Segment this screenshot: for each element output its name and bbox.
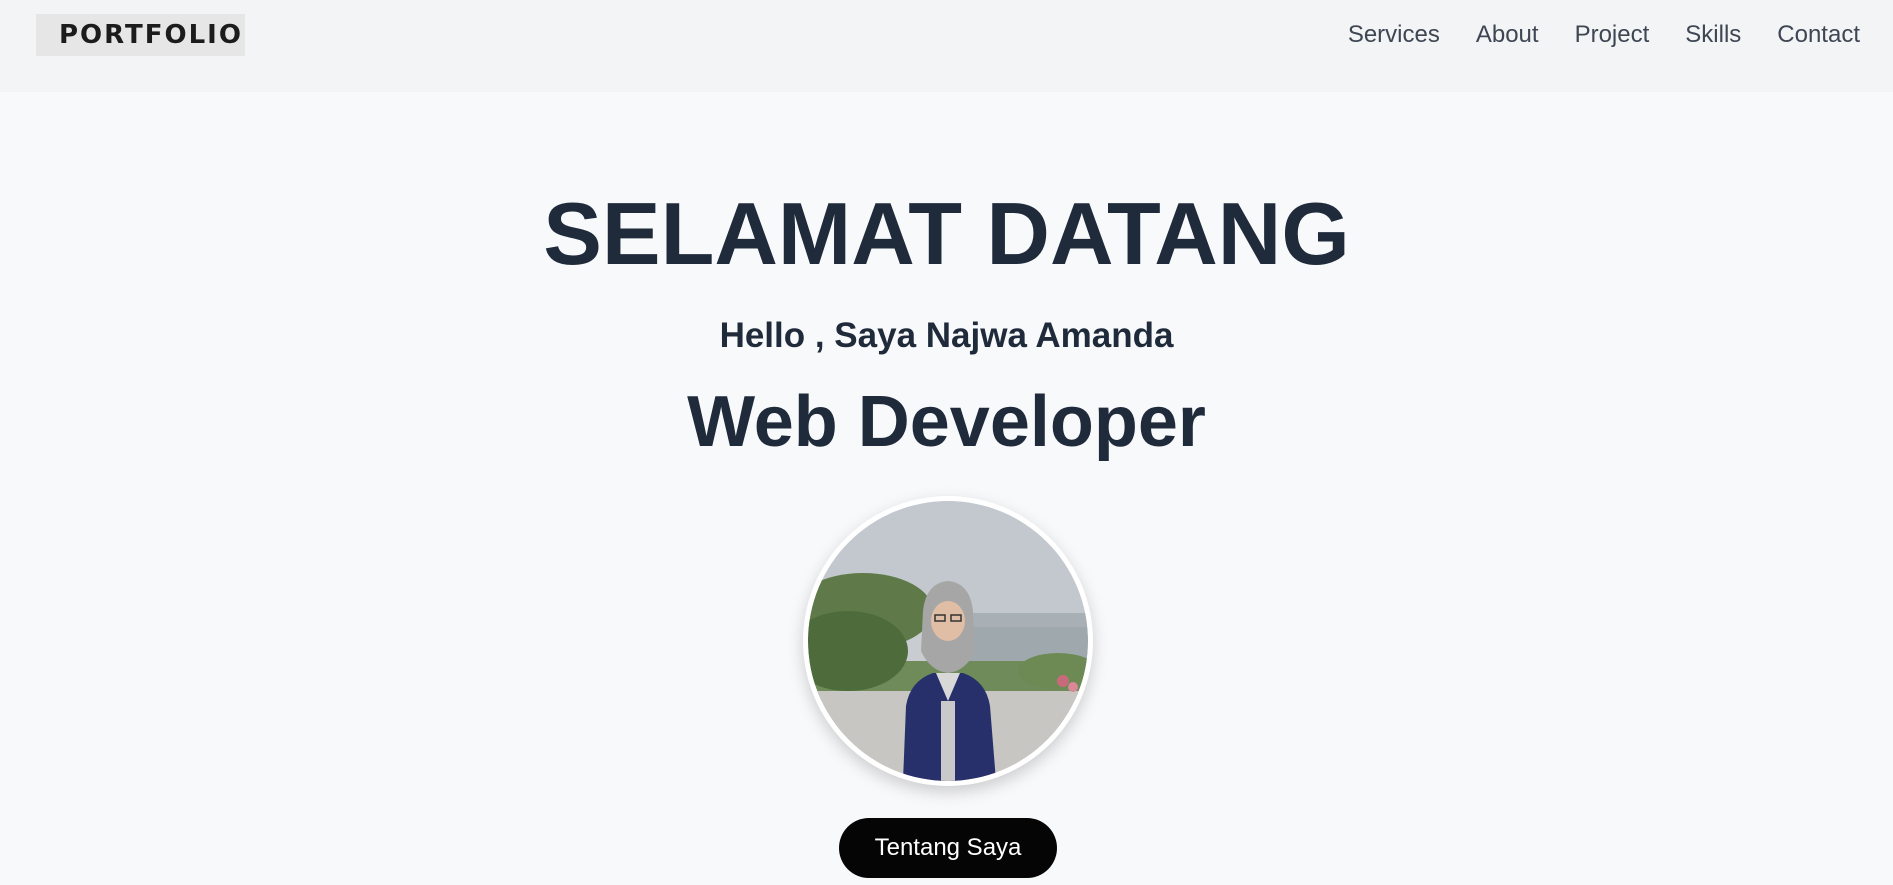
- main-nav: Services About Project Skills Contact: [1348, 18, 1860, 52]
- profile-photo-image: [808, 501, 1088, 781]
- profile-photo: [803, 496, 1093, 786]
- about-me-button[interactable]: Tentang Saya: [839, 818, 1057, 878]
- site-logo[interactable]: PORTFOLIO: [36, 14, 245, 56]
- nav-contact[interactable]: Contact: [1777, 18, 1860, 52]
- hero-title: SELAMAT DATANG: [543, 184, 1350, 283]
- site-header: PORTFOLIO Services About Project Skills …: [0, 0, 1893, 92]
- nav-skills[interactable]: Skills: [1685, 18, 1741, 52]
- hero-section: SELAMAT DATANG Hello , Saya Najwa Amanda…: [0, 92, 1893, 885]
- hero-greeting: Hello , Saya Najwa Amanda: [719, 316, 1174, 355]
- hero-role: Web Developer: [687, 382, 1206, 462]
- nav-about[interactable]: About: [1476, 18, 1539, 52]
- nav-project[interactable]: Project: [1575, 18, 1650, 52]
- nav-services[interactable]: Services: [1348, 18, 1440, 52]
